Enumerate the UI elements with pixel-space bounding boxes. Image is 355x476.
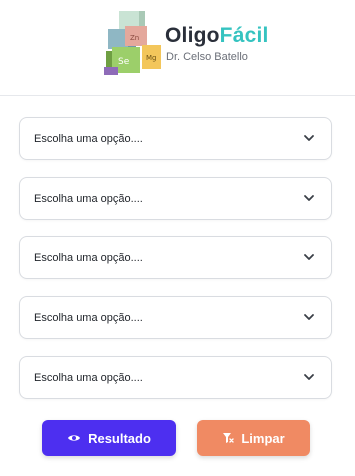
- chevron-down-icon: [304, 195, 314, 201]
- clear-button-label: Limpar: [241, 430, 285, 446]
- select-value: Escolha uma opção....: [34, 193, 143, 205]
- select-value: Escolha uma opção....: [34, 252, 143, 264]
- eye-icon: [68, 435, 81, 441]
- select-value: Escolha uma opção....: [34, 372, 143, 384]
- option-select-2[interactable]: Escolha uma opção....: [19, 177, 332, 220]
- brand-title-part2: Fácil: [219, 24, 269, 47]
- brand-subtitle: Dr. Celso Batello: [166, 51, 248, 63]
- chevron-down-icon: [304, 374, 314, 380]
- logo-cubes-icon: Zn Mg Se: [104, 11, 161, 75]
- chevron-down-icon: [304, 254, 314, 260]
- result-button-label: Resultado: [88, 430, 151, 446]
- option-select-5[interactable]: Escolha uma opção....: [19, 356, 332, 399]
- cube-label: Mg: [146, 54, 156, 62]
- cube-label: Zn: [130, 34, 139, 42]
- select-value: Escolha uma opção....: [34, 312, 143, 324]
- option-select-3[interactable]: Escolha uma opção....: [19, 236, 332, 279]
- chevron-down-icon: [304, 314, 314, 320]
- option-select-4[interactable]: Escolha uma opção....: [19, 296, 332, 339]
- brand-title-part1: Oligo: [165, 24, 220, 47]
- cube-label: Se: [118, 57, 130, 67]
- chevron-down-icon: [304, 135, 314, 141]
- clear-button[interactable]: Limpar: [197, 420, 310, 456]
- filter-clear-icon: [223, 433, 235, 443]
- brand-title: OligoFácil: [165, 24, 269, 48]
- result-button[interactable]: Resultado: [42, 420, 176, 456]
- select-value: Escolha uma opção....: [34, 133, 143, 145]
- option-select-1[interactable]: Escolha uma opção....: [19, 117, 332, 160]
- app-header: Zn Mg Se OligoFácil Dr. Celso Batello: [0, 0, 355, 96]
